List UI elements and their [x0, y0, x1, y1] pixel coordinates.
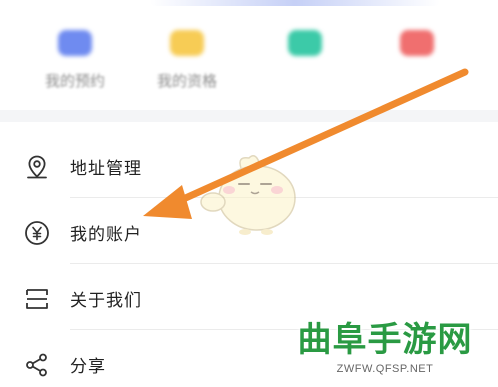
shortcut-my-appointments[interactable]: 我的预约 [20, 18, 130, 110]
location-pin-icon [27, 155, 47, 179]
menu-item-label: 分享 [70, 357, 106, 377]
watermark-title: 曲阜手游网 [297, 320, 473, 360]
info-box-icon [26, 289, 48, 309]
shortcut-my-qualification[interactable]: 我的资格 [132, 18, 242, 110]
shortcut-4[interactable] [362, 18, 472, 110]
shortcut-label: 我的资格 [156, 72, 217, 90]
shortcut-label: 我的预约 [44, 72, 105, 90]
badge-icon [170, 30, 204, 56]
account-menu-screen: 我的预约 我的资格 地址管理 我的账户 关于我们 分享 曲阜手游网 ZWFW.Q… [0, 0, 498, 387]
top-accent-bar [150, 0, 440, 6]
yen-circle-icon [25, 221, 49, 245]
share-icon [26, 353, 47, 377]
shortcut-3[interactable] [250, 18, 360, 110]
menu-item-label: 地址管理 [70, 159, 142, 179]
watermark-url: ZWFW.QFSP.NET [336, 363, 434, 375]
calendar-icon [58, 30, 92, 56]
site-watermark: 曲阜手游网 ZWFW.QFSP.NET [280, 318, 490, 384]
gift-icon [400, 30, 434, 56]
mascot-sticker [200, 155, 296, 235]
menu-item-label: 我的账户 [70, 225, 142, 245]
menu-item-label: 关于我们 [70, 291, 142, 311]
section-divider [0, 110, 498, 122]
chat-icon [288, 30, 322, 56]
shortcut-grid: 我的预约 我的资格 [0, 18, 498, 110]
